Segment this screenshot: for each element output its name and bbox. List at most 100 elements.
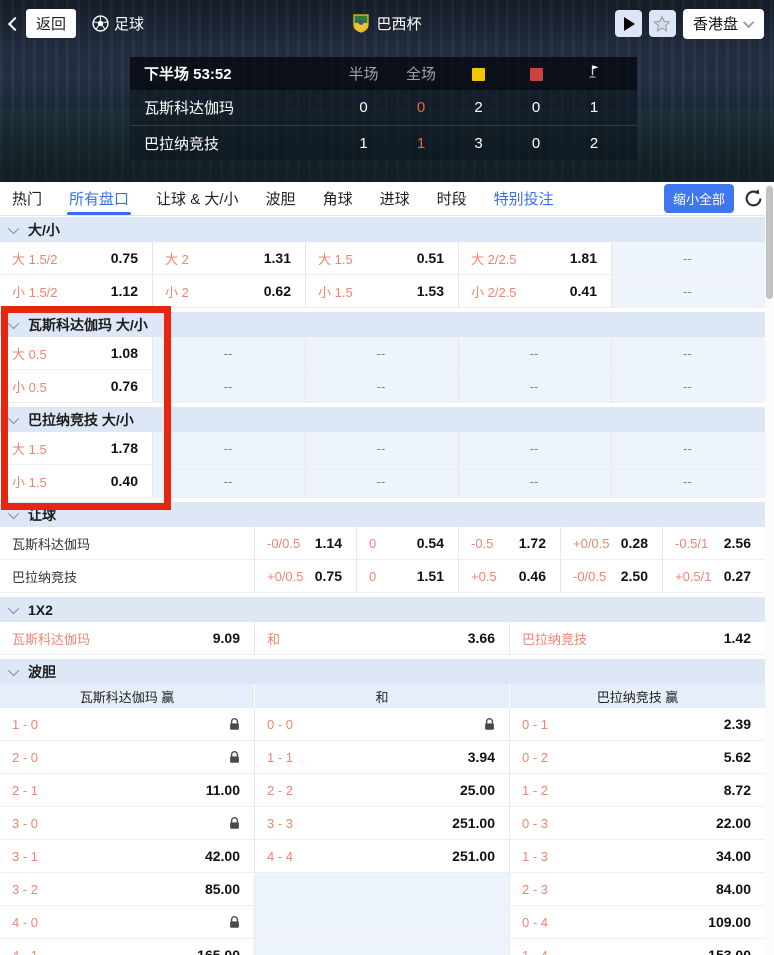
odds-cell[interactable]: 大 1.50.51 bbox=[306, 242, 459, 274]
odds-value: 22.00 bbox=[716, 815, 751, 831]
odds-cell[interactable]: 1 - 13.94 bbox=[255, 741, 510, 773]
no-odds-cell: -- bbox=[612, 337, 765, 369]
away-half-score: 1 bbox=[335, 135, 392, 152]
odds-row: 大 1.51.78-------- bbox=[0, 432, 765, 465]
odds-cell[interactable]: 3 - 142.00 bbox=[0, 840, 255, 872]
refresh-icon[interactable] bbox=[743, 188, 764, 209]
section-header-1x2[interactable]: 1X2 bbox=[0, 597, 765, 622]
odds-selection-label: 巴拉纳竞技 bbox=[522, 629, 587, 648]
tab-2[interactable]: 让球 & 大/小 bbox=[156, 182, 239, 216]
odds-row: 4 - 1165.00 1 - 4153.00 bbox=[0, 939, 765, 955]
odds-selection-label: 3 - 0 bbox=[12, 816, 38, 831]
odds-cell[interactable]: 01.51 bbox=[357, 560, 459, 592]
section-header-correct-score[interactable]: 波胆 bbox=[0, 659, 765, 684]
odds-cell[interactable]: -0/0.52.50 bbox=[561, 560, 663, 592]
odds-market-value: 香港盘 bbox=[693, 13, 738, 34]
odds-selection-label: 1 - 0 bbox=[12, 717, 38, 732]
odds-cell[interactable]: 大 1.51.78 bbox=[0, 432, 153, 464]
collapse-all-button[interactable]: 缩小全部 bbox=[664, 184, 734, 213]
odds-value: 0.40 bbox=[111, 473, 138, 489]
odds-cell[interactable]: 大 21.31 bbox=[153, 242, 306, 274]
odds-cell[interactable]: 小 2/2.50.41 bbox=[459, 275, 612, 307]
odds-cell[interactable]: -0/0.51.14 bbox=[255, 527, 357, 559]
odds-cell[interactable]: 0 - 4109.00 bbox=[510, 906, 765, 938]
home-corners: 1 bbox=[565, 99, 623, 116]
odds-cell[interactable]: 3 - 285.00 bbox=[0, 873, 255, 905]
match-period-clock: 下半场 53:52 bbox=[144, 63, 335, 84]
odds-cell[interactable]: 和3.66 bbox=[255, 622, 510, 654]
scrollbar-thumb[interactable] bbox=[766, 186, 773, 299]
tab-1[interactable]: 所有盘口 bbox=[69, 182, 129, 216]
section-over-under: 大/小大 1.5/20.75大 21.31大 1.50.51大 2/2.51.8… bbox=[0, 217, 765, 308]
odds-cell[interactable]: +0.5/10.27 bbox=[663, 560, 765, 592]
star-icon bbox=[653, 15, 671, 33]
odds-value: 85.00 bbox=[205, 881, 240, 897]
sections: 大/小大 1.5/20.75大 21.31大 1.50.51大 2/2.51.8… bbox=[0, 217, 765, 955]
odds-cell[interactable]: 小 0.50.76 bbox=[0, 370, 153, 402]
odds-cell[interactable]: 瓦斯科达伽玛9.09 bbox=[0, 622, 255, 654]
tab-3[interactable]: 波胆 bbox=[266, 182, 296, 216]
odds-cell[interactable]: 4 - 4251.00 bbox=[255, 840, 510, 872]
odds-cell[interactable]: 小 1.50.40 bbox=[0, 465, 153, 497]
home-half-score: 0 bbox=[335, 99, 392, 116]
odds-row: 大 1.5/20.75大 21.31大 1.50.51大 2/2.51.81-- bbox=[0, 242, 765, 275]
odds-value: 1.81 bbox=[570, 250, 597, 266]
odds-cell[interactable]: +0.50.46 bbox=[459, 560, 561, 592]
tab-0[interactable]: 热门 bbox=[12, 182, 42, 216]
odds-cell[interactable]: 4 - 1165.00 bbox=[0, 939, 255, 955]
back-button[interactable]: 返回 bbox=[10, 9, 76, 38]
odds-cell[interactable]: 0 - 12.39 bbox=[510, 708, 765, 740]
section-header-away-over-under[interactable]: 巴拉纳竞技 大/小 bbox=[0, 407, 765, 432]
odds-cell[interactable]: 2 - 225.00 bbox=[255, 774, 510, 806]
odds-cell[interactable]: -0.51.72 bbox=[459, 527, 561, 559]
play-stream-button[interactable] bbox=[615, 10, 642, 37]
odds-cell[interactable]: 小 20.62 bbox=[153, 275, 306, 307]
tab-7[interactable]: 特别投注 bbox=[494, 182, 554, 216]
odds-row: 3 - 285.00 2 - 384.00 bbox=[0, 873, 765, 906]
odds-cell[interactable]: 1 - 28.72 bbox=[510, 774, 765, 806]
section-header-handicap[interactable]: 让球 bbox=[0, 502, 765, 527]
odds-cell[interactable]: 小 1.51.53 bbox=[306, 275, 459, 307]
favorite-star-button[interactable] bbox=[649, 10, 676, 37]
odds-cell[interactable]: 2 - 111.00 bbox=[0, 774, 255, 806]
odds-cell[interactable]: 1 - 334.00 bbox=[510, 840, 765, 872]
odds-cell[interactable]: 0 - 25.62 bbox=[510, 741, 765, 773]
odds-cell[interactable]: 大 2/2.51.81 bbox=[459, 242, 612, 274]
odds-value: 3.66 bbox=[468, 630, 495, 646]
section-title: 1X2 bbox=[28, 602, 53, 618]
odds-row: 4 - 0 0 - 4109.00 bbox=[0, 906, 765, 939]
tab-5[interactable]: 进球 bbox=[380, 182, 410, 216]
odds-cell[interactable]: +0/0.50.28 bbox=[561, 527, 663, 559]
market-tab-bar: 热门所有盘口让球 & 大/小波胆角球进球时段特别投注 缩小全部 bbox=[0, 182, 774, 216]
odds-selection-label: 2 - 3 bbox=[522, 882, 548, 897]
scrollbar-track[interactable] bbox=[765, 183, 774, 955]
odds-cell[interactable]: 小 1.5/21.12 bbox=[0, 275, 153, 307]
odds-cell[interactable]: 1 - 4153.00 bbox=[510, 939, 765, 955]
odds-value: 1.12 bbox=[111, 283, 138, 299]
sport-breadcrumb[interactable]: 足球 bbox=[92, 13, 144, 34]
odds-cell[interactable]: 00.54 bbox=[357, 527, 459, 559]
chevron-down-icon bbox=[8, 507, 19, 518]
odds-cell[interactable]: 大 0.51.08 bbox=[0, 337, 153, 369]
chevron-down-icon bbox=[8, 602, 19, 613]
home-team-name: 瓦斯科达伽玛 bbox=[144, 97, 335, 118]
odds-selection-label: 4 - 0 bbox=[12, 915, 38, 930]
score-column-header: 瓦斯科达伽玛 赢 bbox=[0, 684, 255, 708]
lock-icon bbox=[229, 916, 240, 929]
odds-market-select[interactable]: 香港盘 bbox=[683, 9, 764, 39]
tab-4[interactable]: 角球 bbox=[323, 182, 353, 216]
section-header-over-under[interactable]: 大/小 bbox=[0, 217, 765, 242]
odds-cell[interactable]: -0.5/12.56 bbox=[663, 527, 765, 559]
odds-selection-label: 小 2 bbox=[165, 282, 189, 301]
tab-6[interactable]: 时段 bbox=[437, 182, 467, 216]
odds-cell[interactable]: 3 - 3251.00 bbox=[255, 807, 510, 839]
home-yellow-cards: 2 bbox=[450, 99, 507, 116]
odds-cell[interactable]: 巴拉纳竞技1.42 bbox=[510, 622, 765, 654]
odds-cell[interactable]: +0/0.50.75 bbox=[255, 560, 357, 592]
odds-cell[interactable]: 2 - 384.00 bbox=[510, 873, 765, 905]
section-header-home-over-under[interactable]: 瓦斯科达伽玛 大/小 bbox=[0, 312, 765, 337]
odds-cell[interactable]: 大 1.5/20.75 bbox=[0, 242, 153, 274]
odds-value: 2.39 bbox=[724, 716, 751, 732]
score-column-header: 和 bbox=[255, 684, 510, 708]
odds-cell[interactable]: 0 - 322.00 bbox=[510, 807, 765, 839]
